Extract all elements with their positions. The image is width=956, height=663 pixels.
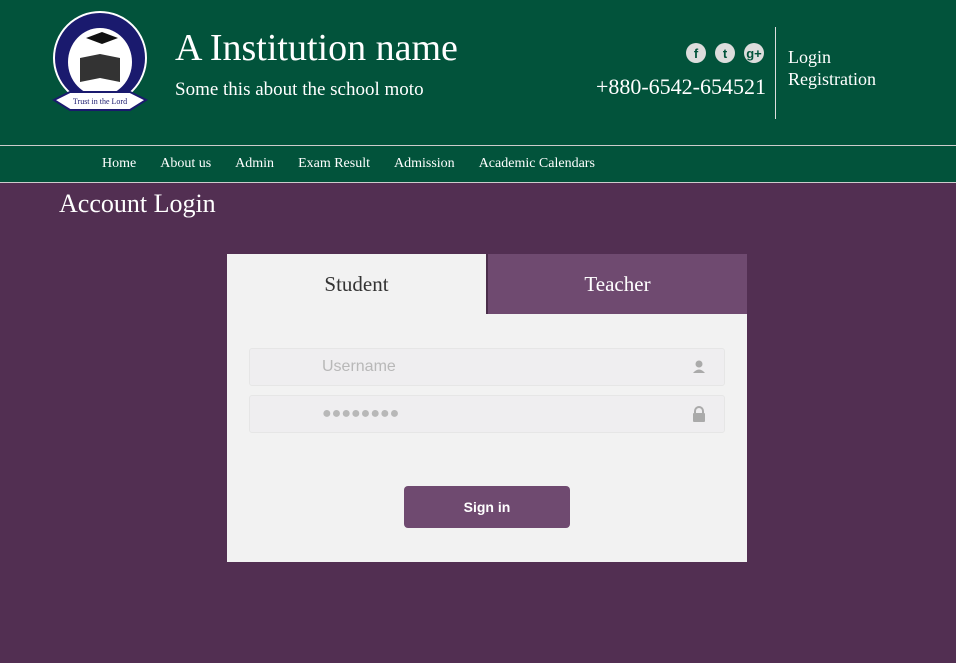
nav-academic-calendars[interactable]: Academic Calendars [479, 156, 595, 172]
main-nav: Home About us Admin Exam Result Admissio… [0, 145, 956, 183]
institution-name: A Institution name [175, 27, 458, 69]
google-plus-icon[interactable]: g+ [744, 43, 764, 63]
school-logo[interactable]: Trust in the Lord [50, 10, 150, 116]
page-title: Account Login [59, 189, 216, 218]
login-tabs: Student Teacher [227, 254, 747, 314]
tab-teacher[interactable]: Teacher [486, 254, 747, 314]
sign-in-button[interactable]: Sign in [404, 486, 570, 528]
login-card: Student Teacher Sign in [227, 254, 747, 562]
registration-link[interactable]: Registration [788, 68, 876, 90]
school-moto: Some this about the school moto [175, 79, 424, 100]
lock-icon [693, 406, 705, 422]
site-header: Trust in the Lord A Institution name Som… [0, 0, 956, 145]
password-input[interactable] [322, 396, 672, 432]
nav-admin[interactable]: Admin [235, 156, 274, 172]
nav-home[interactable]: Home [102, 156, 136, 172]
password-field [249, 395, 725, 433]
facebook-icon[interactable]: f [686, 43, 706, 63]
nav-about-us[interactable]: About us [160, 156, 211, 172]
svg-text:Trust in the Lord: Trust in the Lord [73, 97, 127, 106]
phone-number: +880-6542-654521 [595, 74, 766, 99]
twitter-icon[interactable]: t [715, 43, 735, 63]
divider [775, 27, 776, 119]
tab-student[interactable]: Student [227, 254, 486, 314]
social-links: f t g+ [686, 43, 764, 63]
user-icon [693, 360, 705, 373]
auth-links: Login Registration [788, 46, 876, 90]
login-link[interactable]: Login [788, 46, 876, 68]
username-field [249, 348, 725, 386]
username-input[interactable] [322, 349, 672, 385]
nav-exam-result[interactable]: Exam Result [298, 156, 370, 172]
nav-admission[interactable]: Admission [394, 156, 455, 172]
